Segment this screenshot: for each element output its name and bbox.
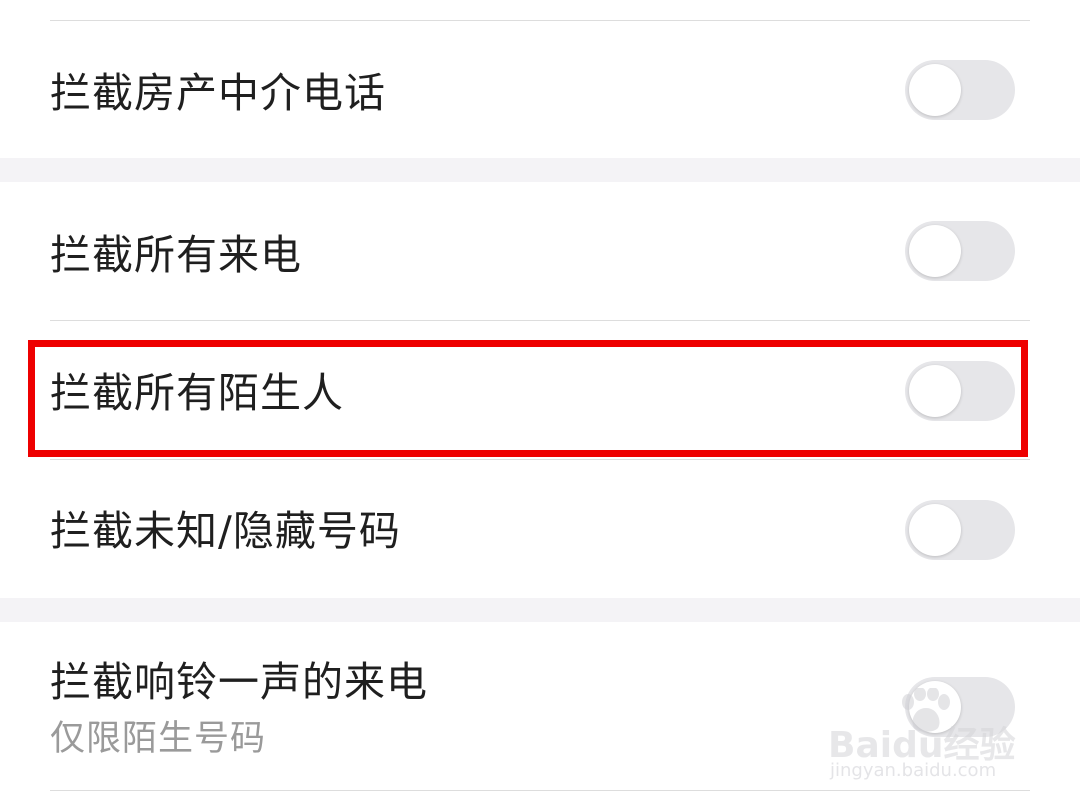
setting-label: 拦截响铃一声的来电 xyxy=(50,658,428,706)
settings-section-1: 拦截房产中介电话 xyxy=(0,0,1080,158)
section-gap xyxy=(0,598,1080,622)
setting-row-real-estate[interactable]: 拦截房产中介电话 xyxy=(0,22,1080,158)
toggle-switch[interactable] xyxy=(905,221,1015,281)
toggle-knob xyxy=(909,504,961,556)
toggle-knob xyxy=(909,64,961,116)
setting-label: 拦截所有来电 xyxy=(50,231,302,279)
section-gap xyxy=(0,158,1080,182)
setting-row-unknown-hidden[interactable]: 拦截未知/隐藏号码 xyxy=(0,460,1080,598)
setting-row-all-calls[interactable]: 拦截所有来电 xyxy=(0,182,1080,320)
divider xyxy=(50,790,1030,791)
toggle-switch[interactable] xyxy=(905,500,1015,560)
divider xyxy=(50,20,1030,21)
settings-screen: 拦截房产中介电话 拦截所有来电 拦截所有陌生人 拦截未知/隐藏号码 拦截响铃一声… xyxy=(0,0,1080,807)
settings-section-2: 拦截所有来电 拦截所有陌生人 拦截未知/隐藏号码 xyxy=(0,182,1080,598)
settings-section-3: 拦截响铃一声的来电 仅限陌生号码 xyxy=(0,622,1080,807)
toggle-knob xyxy=(909,681,961,733)
setting-label: 拦截所有陌生人 xyxy=(50,369,344,417)
toggle-switch[interactable] xyxy=(905,677,1015,737)
toggle-switch[interactable] xyxy=(905,361,1015,421)
setting-label: 拦截未知/隐藏号码 xyxy=(50,507,401,555)
setting-label: 拦截房产中介电话 xyxy=(50,69,386,117)
setting-row-one-ring[interactable]: 拦截响铃一声的来电 仅限陌生号码 xyxy=(0,622,1080,792)
toggle-switch[interactable] xyxy=(905,60,1015,120)
setting-row-all-strangers[interactable]: 拦截所有陌生人 xyxy=(0,321,1080,459)
setting-sublabel: 仅限陌生号码 xyxy=(50,719,267,759)
toggle-knob xyxy=(909,225,961,277)
toggle-knob xyxy=(909,365,961,417)
